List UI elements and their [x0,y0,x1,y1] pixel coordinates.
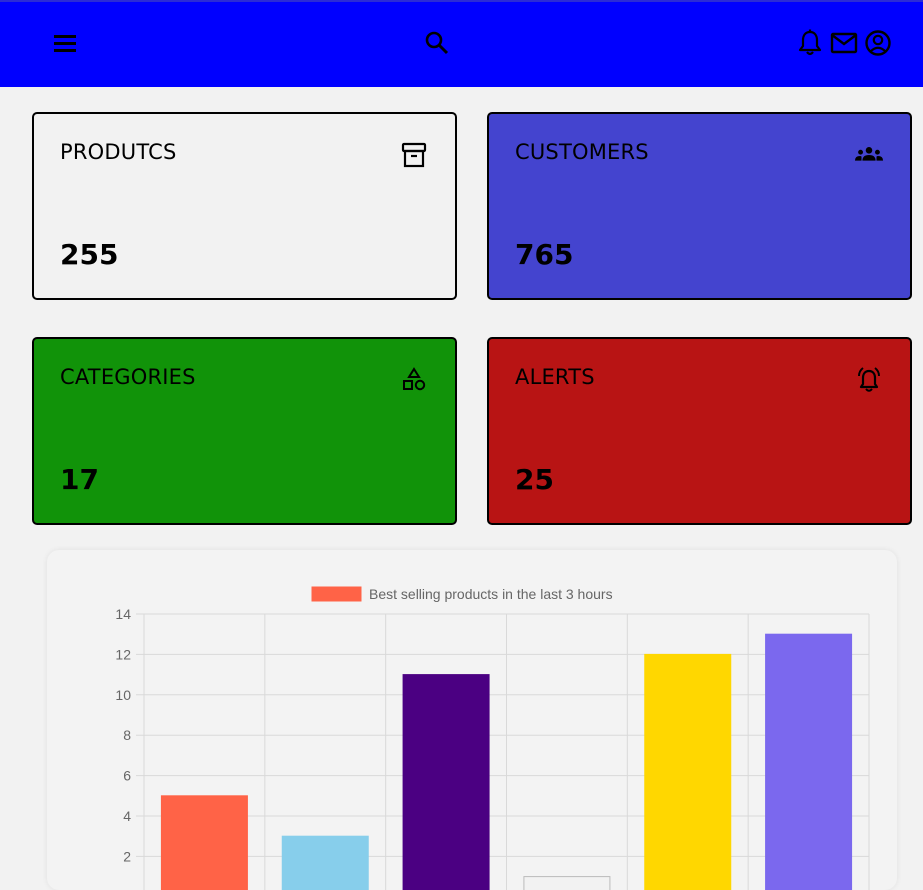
y-tick-label: 12 [115,646,131,662]
mail-icon[interactable] [829,28,859,58]
customers-card[interactable]: CUSTOMERS 765 [487,112,912,300]
legend-swatch [311,586,362,602]
legend-label: Best selling products in the last 3 hour… [369,586,613,602]
bar [281,835,369,890]
categories-card[interactable]: CATEGORIES 17 [32,337,457,525]
y-tick-label: 6 [123,768,131,784]
card-title: CUSTOMERS [515,140,649,164]
card-value: 17 [60,463,99,496]
bar-chart: Best selling products in the last 3 hour… [115,586,870,890]
search-icon[interactable] [422,28,452,58]
bar [402,674,490,890]
account-icon[interactable] [863,28,893,58]
card-title: CATEGORIES [60,365,196,389]
archive-icon [399,140,429,170]
products-card[interactable]: PRODUTCS 255 [32,112,457,300]
y-tick-label: 10 [115,687,131,703]
y-tick-label: 4 [123,808,131,824]
y-tick-label: 14 [115,606,131,622]
bar [523,876,611,890]
card-value: 765 [515,238,574,271]
card-value: 25 [515,463,554,496]
bar [644,653,732,890]
people-icon [854,140,884,170]
best-selling-chart-card: Best selling products in the last 3 hour… [47,550,897,890]
alarm-icon [854,365,884,395]
card-title: PRODUTCS [60,140,177,164]
y-tick-label: 8 [123,727,131,743]
bar [765,633,853,890]
card-value: 255 [60,238,119,271]
shapes-icon [399,365,429,395]
alerts-card[interactable]: ALERTS 25 [487,337,912,525]
bell-icon[interactable] [795,28,825,58]
menu-icon[interactable] [50,28,80,58]
y-tick-label: 2 [123,848,131,864]
card-title: ALERTS [515,365,595,389]
bar [160,795,248,890]
top-navbar [0,0,923,87]
